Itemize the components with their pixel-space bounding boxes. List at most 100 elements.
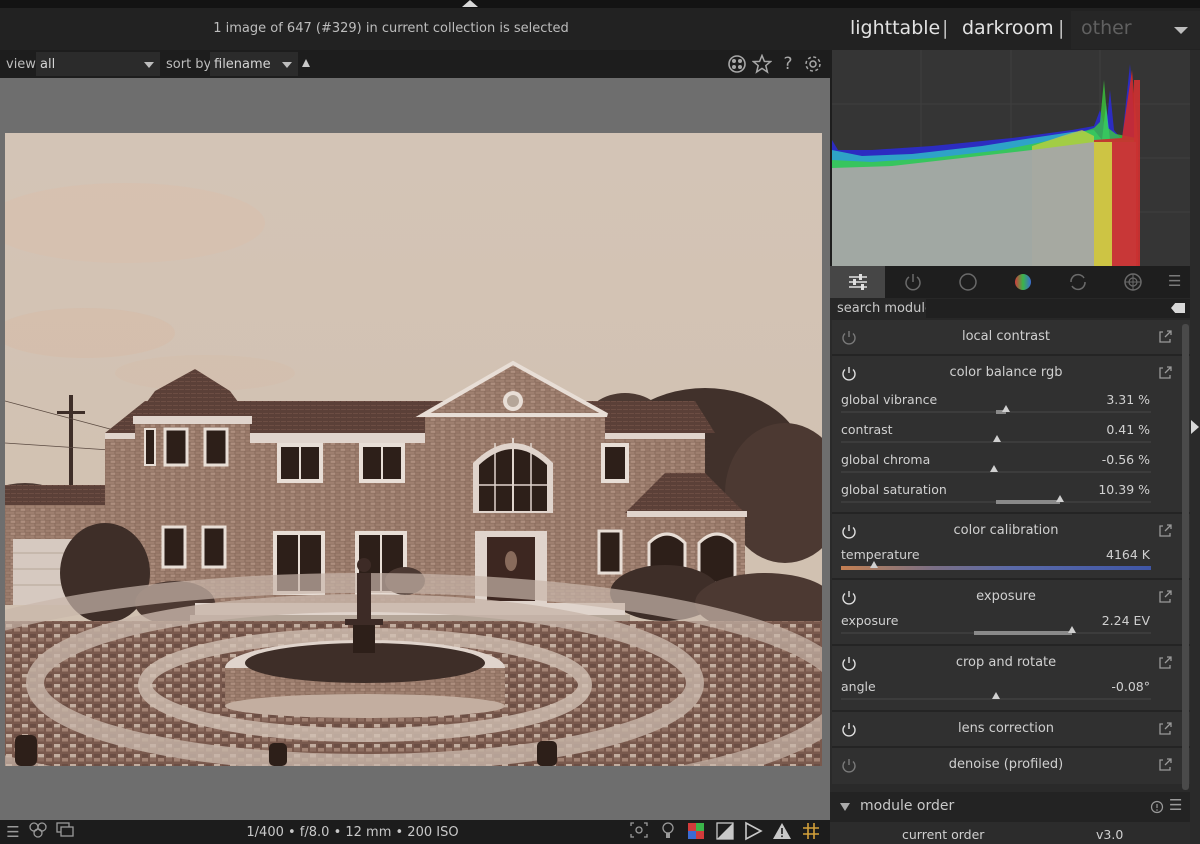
module-order-title: module order bbox=[860, 798, 955, 814]
top-panel-toggle-arrow-icon[interactable] bbox=[462, 0, 478, 7]
view-filter-select[interactable]: all bbox=[36, 52, 160, 76]
center-image-canvas[interactable] bbox=[0, 78, 830, 820]
slider-label: angle bbox=[841, 679, 876, 694]
focus-peaking-icon[interactable] bbox=[628, 821, 650, 843]
module-order-header[interactable]: module order ☰ bbox=[830, 792, 1190, 822]
slider-value: 4164 K bbox=[1106, 547, 1150, 562]
slider-global-chroma[interactable]: global chroma -0.56 % bbox=[832, 449, 1190, 479]
top-panel-collapse-strip[interactable] bbox=[0, 0, 1200, 8]
search-module-row: search module bbox=[830, 298, 1190, 320]
module-header[interactable]: local contrast bbox=[832, 320, 1190, 356]
module-header[interactable]: denoise (profiled) bbox=[832, 748, 1190, 784]
base-tab[interactable] bbox=[940, 266, 995, 298]
settings-icon[interactable] bbox=[803, 54, 823, 74]
slider-label: global saturation bbox=[841, 482, 947, 497]
view-darkroom[interactable]: darkroom bbox=[962, 17, 1054, 39]
temperature-gradient-track[interactable] bbox=[841, 561, 1151, 570]
slider-angle[interactable]: angle -0.08° bbox=[832, 676, 1190, 706]
right-panel-toggle-arrow-icon[interactable] bbox=[1191, 420, 1199, 434]
slider-exposure[interactable]: exposure 2.24 EV bbox=[832, 610, 1190, 640]
slider-label: exposure bbox=[841, 613, 899, 628]
histogram[interactable] bbox=[830, 50, 1190, 266]
slider-value: 2.24 EV bbox=[1101, 613, 1150, 628]
header-bar: 1 image of 647 (#329) in current collect… bbox=[0, 8, 830, 50]
help-icon[interactable]: ? bbox=[778, 54, 798, 74]
slider-thumb[interactable] bbox=[1056, 495, 1064, 502]
guides-icon[interactable] bbox=[800, 821, 822, 843]
clipping-warning-icon[interactable] bbox=[771, 821, 793, 843]
slider-track[interactable] bbox=[841, 405, 1151, 414]
slider-track[interactable] bbox=[841, 465, 1151, 473]
slider-global-vibrance[interactable]: global vibrance 3.31 % bbox=[832, 389, 1190, 419]
slider-thumb[interactable] bbox=[993, 435, 1001, 442]
slider-temperature[interactable]: temperature 4164 K bbox=[832, 544, 1190, 574]
slider-thumb[interactable] bbox=[1002, 405, 1010, 412]
slider-thumb[interactable] bbox=[1068, 626, 1076, 633]
effects-tab[interactable] bbox=[1105, 266, 1160, 298]
reset-icon[interactable] bbox=[1150, 800, 1164, 814]
search-module-input[interactable] bbox=[926, 299, 1190, 318]
tabs-presets-menu-icon[interactable]: ☰ bbox=[1168, 272, 1181, 290]
slider-contrast[interactable]: contrast 0.41 % bbox=[832, 419, 1190, 449]
correct-tab[interactable] bbox=[1050, 266, 1105, 298]
raw-overexposed-icon[interactable] bbox=[657, 821, 679, 843]
view-other-label: other bbox=[1081, 17, 1132, 39]
presets-icon[interactable] bbox=[1157, 721, 1173, 737]
gamut-check-icon[interactable] bbox=[742, 821, 764, 843]
module-crop-and-rotate: crop and rotate angle -0.08° bbox=[832, 646, 1190, 712]
selection-status-text: 1 image of 647 (#329) in current collect… bbox=[213, 21, 569, 36]
module-name: color balance rgb bbox=[949, 365, 1063, 380]
module-denoise-profiled: denoise (profiled) bbox=[832, 748, 1190, 784]
slider-label: global vibrance bbox=[841, 392, 938, 407]
module-name: exposure bbox=[976, 589, 1036, 604]
search-module-label: search module bbox=[837, 301, 934, 316]
slider-value: -0.56 % bbox=[1101, 452, 1150, 467]
slider-thumb[interactable] bbox=[870, 561, 878, 568]
module-order-presets-icon[interactable]: ☰ bbox=[1169, 796, 1182, 814]
view-separator: | bbox=[942, 17, 949, 39]
softproof-icon[interactable] bbox=[714, 821, 736, 843]
histogram-graph bbox=[832, 50, 1190, 266]
slider-track[interactable] bbox=[841, 495, 1151, 504]
group-icon[interactable] bbox=[727, 54, 747, 74]
quick-access-tab[interactable] bbox=[830, 266, 885, 298]
slider-track[interactable] bbox=[841, 692, 1151, 700]
module-header[interactable]: lens correction bbox=[832, 712, 1190, 748]
slider-global-saturation[interactable]: global saturation 10.39 % bbox=[832, 479, 1190, 509]
module-color-balance-rgb: color balance rgb global vibrance 3.31 %… bbox=[832, 356, 1190, 514]
module-list-scrollbar[interactable] bbox=[1182, 324, 1189, 790]
slider-label: contrast bbox=[841, 422, 893, 437]
view-other-dropdown[interactable]: other bbox=[1071, 11, 1200, 49]
photo-preview[interactable] bbox=[5, 133, 822, 766]
presets-icon[interactable] bbox=[1157, 329, 1173, 345]
slider-track[interactable] bbox=[841, 435, 1151, 443]
view-switcher: lighttable | darkroom | other bbox=[830, 8, 1200, 50]
star-icon[interactable] bbox=[751, 53, 773, 74]
slider-value: 3.31 % bbox=[1106, 392, 1150, 407]
module-name: lens correction bbox=[957, 721, 1055, 736]
view-separator: | bbox=[1058, 17, 1065, 39]
color-tab[interactable] bbox=[995, 266, 1050, 298]
module-header[interactable]: color balance rgb bbox=[832, 356, 1190, 392]
presets-icon[interactable] bbox=[1157, 757, 1173, 773]
color-assessment-icon[interactable] bbox=[685, 821, 707, 843]
presets-icon[interactable] bbox=[1157, 589, 1173, 605]
current-order-row: current order v3.0 bbox=[830, 822, 1190, 844]
presets-icon[interactable] bbox=[1157, 365, 1173, 381]
view-lighttable[interactable]: lighttable bbox=[850, 17, 940, 39]
view-filter-label: view bbox=[6, 57, 36, 72]
slider-thumb[interactable] bbox=[990, 465, 998, 472]
sort-select[interactable]: filename bbox=[210, 52, 298, 76]
sort-direction-icon[interactable] bbox=[302, 59, 310, 67]
presets-icon[interactable] bbox=[1157, 523, 1173, 539]
slider-value: 10.39 % bbox=[1098, 482, 1150, 497]
sort-label: sort by bbox=[166, 57, 212, 72]
presets-icon[interactable] bbox=[1157, 655, 1173, 671]
slider-track[interactable] bbox=[841, 626, 1151, 635]
active-modules-tab[interactable] bbox=[885, 266, 940, 298]
sepia-house-photo bbox=[5, 133, 822, 766]
module-exposure: exposure exposure 2.24 EV bbox=[832, 580, 1190, 646]
right-panel: ☰ search module local contrast color bal… bbox=[830, 50, 1200, 844]
slider-thumb[interactable] bbox=[992, 692, 1000, 699]
exif-info: 1/400 • f/8.0 • 12 mm • 200 ISO bbox=[246, 825, 459, 840]
